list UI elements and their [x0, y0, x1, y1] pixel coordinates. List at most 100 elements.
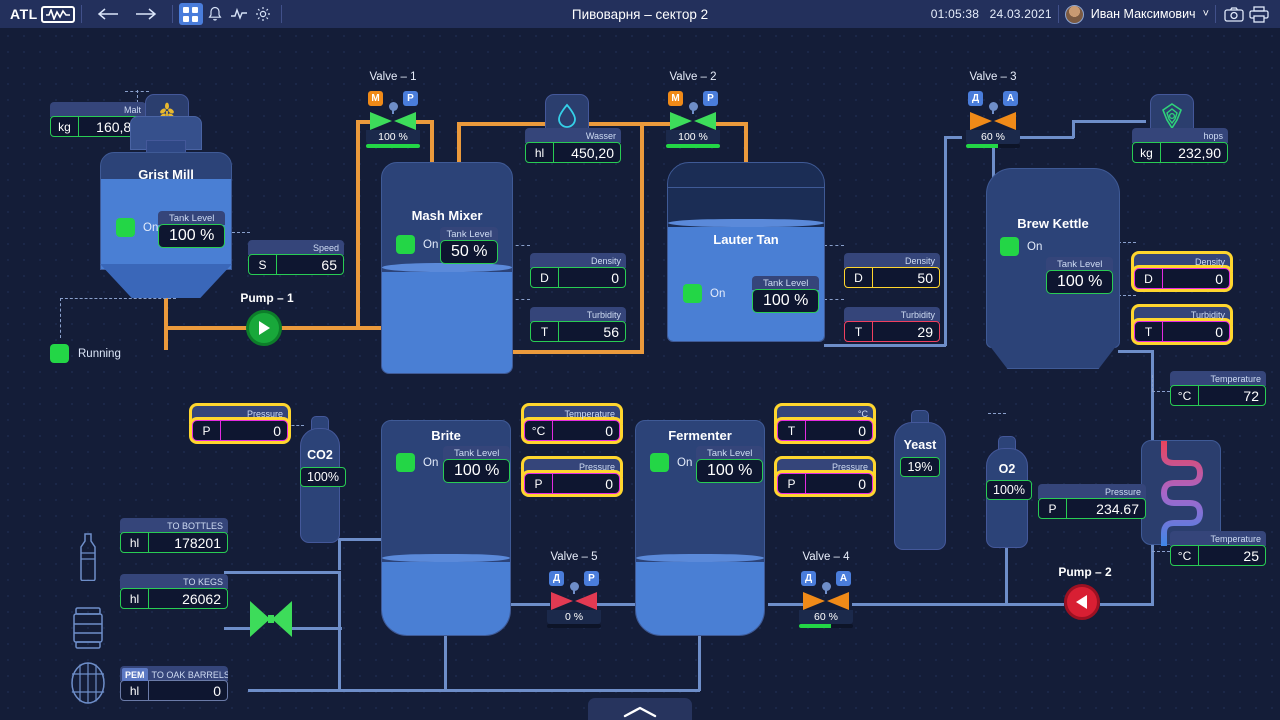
printer-icon[interactable] [1246, 3, 1272, 25]
to-oak-barrels-unit: hl [121, 681, 149, 700]
pipe-segment [510, 603, 550, 606]
pipe-segment [596, 603, 638, 606]
valve-4-bar [799, 624, 853, 628]
temp-value: 72 [1243, 387, 1259, 404]
valve-2-body [666, 102, 720, 130]
temp-unit: °C [1171, 546, 1199, 565]
grist-mill-speed: Speed S 65 [248, 240, 344, 275]
valve-1-label: Valve – 1 [369, 71, 417, 83]
o2-cylinder[interactable]: O2 100% [986, 436, 1032, 548]
turbidity-unit: T [531, 322, 559, 341]
valve-1[interactable]: Valve – 1 M P 100 % [366, 71, 420, 148]
density-unit: D [531, 268, 559, 287]
pipe-segment [338, 627, 341, 689]
liquid-surface [668, 219, 824, 228]
mash-mixer-on-label: On [423, 238, 439, 251]
level-caption: Tank Level [696, 446, 764, 460]
bottle-icon [74, 533, 102, 586]
arrow-right-icon[interactable] [134, 3, 158, 25]
expand-panel-tab[interactable] [588, 698, 692, 720]
density-caption: Density [844, 253, 940, 268]
water-value: 450,20 [571, 144, 614, 161]
divider [280, 5, 282, 23]
co2-cylinder[interactable]: CO2 100% [300, 416, 346, 543]
temperature-caption: °C [777, 406, 873, 421]
clock-date: 24.03.2021 [989, 7, 1052, 21]
lauter-tan-density: Density D 50 [844, 253, 940, 288]
gear-settings-icon[interactable] [251, 3, 275, 25]
to-bottles-value: 178201 [174, 534, 221, 551]
o2-level: 100% [986, 480, 1032, 500]
mash-mixer-tank[interactable]: Mash Mixer [381, 162, 513, 374]
o2-label: O2 [998, 462, 1016, 476]
valve-5-percent: 0 % [547, 610, 601, 624]
yeast-level: 19% [894, 457, 946, 477]
hops-value: 232,90 [1178, 144, 1221, 161]
turbidity-unit: T [845, 322, 873, 341]
pump-1[interactable]: Pump – 1 [240, 291, 294, 346]
pipe-segment [457, 122, 461, 162]
valve-3[interactable]: Valve – 3 Д А 60 % [966, 71, 1020, 148]
brew-kettle-on-label: On [1027, 240, 1043, 253]
water-caption: Wasser [525, 128, 621, 143]
dashed-connector [824, 245, 844, 246]
trend-pulse-icon[interactable] [227, 3, 251, 25]
brew-kettle-density: Density D 0 [1134, 254, 1230, 289]
fermenter-label: Fermenter [668, 428, 732, 443]
app-logo[interactable]: ATL [0, 5, 75, 23]
valve-2-percent: 100 % [666, 130, 720, 144]
yeast-cylinder[interactable]: Yeast 19% [894, 410, 946, 550]
valve-4[interactable]: Valve – 4 Д А 60 % [799, 551, 853, 628]
fermenter-on-label: On [677, 456, 693, 469]
co2-pressure: Pressure P 0 [192, 406, 288, 441]
dashed-connector [1152, 375, 1153, 391]
logo-text: ATL [10, 6, 38, 22]
camera-icon[interactable] [1222, 3, 1246, 25]
dashed-connector [1118, 295, 1136, 296]
user-menu[interactable]: Иван Максимович ˅ [1064, 4, 1209, 24]
grid-dashboard-icon[interactable] [178, 3, 203, 25]
heat-exchanger-temp-in: Temperature °C 72 [1170, 371, 1266, 406]
temp-unit: °C [1171, 386, 1199, 405]
arrow-left-icon[interactable] [96, 3, 120, 25]
brew-kettle-cone [986, 341, 1120, 369]
three-way-valve[interactable] [248, 600, 294, 638]
pressure-unit: P [193, 421, 221, 440]
pipe-segment [224, 627, 250, 630]
grist-mill-status: On [116, 218, 158, 237]
pipe-segment [356, 120, 360, 330]
dashed-connector [125, 91, 149, 92]
valve-1-body [366, 102, 420, 130]
pump-2-label: Pump – 2 [1058, 565, 1112, 579]
temperature-value: 0 [605, 422, 613, 439]
yeast-label: Yeast [903, 438, 937, 452]
pipe-segment [698, 636, 701, 691]
mash-mixer-density: Density D 0 [530, 253, 626, 288]
to-bottles-readout: TO BOTTLES hl 178201 [120, 518, 228, 553]
level-value: 100 % [696, 459, 764, 483]
status-led [396, 453, 415, 472]
bell-alarm-icon[interactable] [203, 3, 227, 25]
fermenter-temperature: °C T 0 [777, 406, 873, 441]
valve-5-body [547, 582, 601, 610]
pump-2[interactable]: Pump – 2 [1058, 565, 1112, 620]
heat-exchanger[interactable] [1141, 438, 1221, 549]
lauter-tan-tank[interactable]: Lauter Tan [667, 162, 825, 342]
pipe-segment [1072, 120, 1146, 123]
status-led [396, 235, 415, 254]
brite-status: On [396, 453, 438, 472]
tank-liquid [636, 562, 764, 635]
brite-pressure: Pressure P 0 [524, 459, 620, 494]
pressure-unit: P [525, 474, 553, 493]
mash-mixer-status: On [396, 235, 438, 254]
valve-2[interactable]: Valve – 2 M P 100 % [666, 71, 720, 148]
liquid-surface [382, 263, 512, 273]
status-led [683, 284, 702, 303]
level-caption: Tank Level [1046, 257, 1114, 271]
brite-label: Brite [431, 428, 461, 443]
pipe-segment [338, 540, 341, 570]
valve-5-bar [547, 624, 601, 628]
tank-liquid [382, 272, 512, 373]
valve-5[interactable]: Valve – 5 Д Р 0 % [547, 551, 601, 628]
pipe-segment [248, 689, 446, 692]
